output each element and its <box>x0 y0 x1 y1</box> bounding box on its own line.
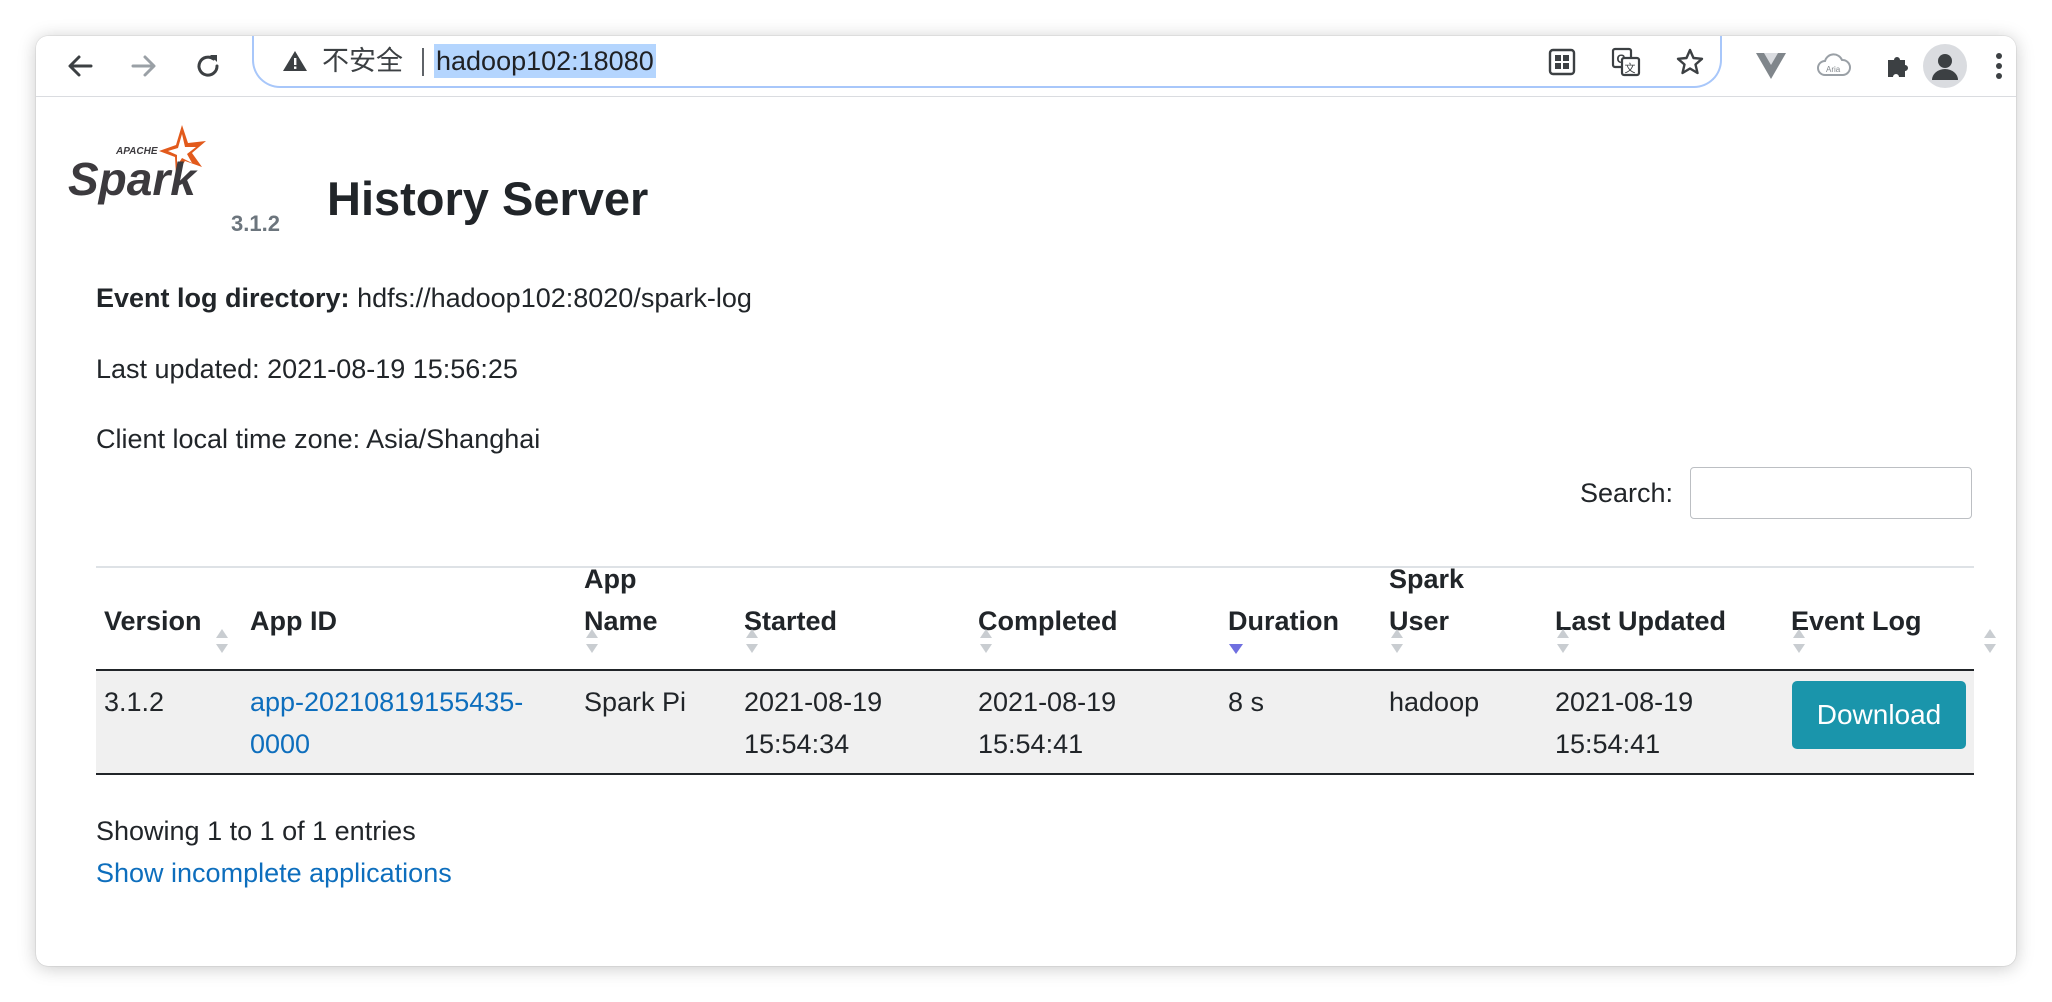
star-icon[interactable] <box>1672 44 1708 80</box>
sort-both-icon[interactable] <box>1982 625 1998 657</box>
cell-completed-time: 15:54:41 <box>978 729 1084 759</box>
sort-both-icon[interactable] <box>744 625 760 657</box>
cell-started-date: 2021-08-19 <box>744 687 883 717</box>
last-updated-text: Last updated: 2021-08-19 15:56:25 <box>96 354 518 384</box>
avatar-icon[interactable] <box>1923 44 1967 88</box>
cell-spark-user: hadoop <box>1389 687 1480 717</box>
event-log-directory: Event log directory: hdfs://hadoop102:80… <box>96 280 752 316</box>
cell-duration: 8 s <box>1228 687 1265 717</box>
arrow-right-icon <box>131 55 156 77</box>
search-label: Search: <box>1580 478 1674 508</box>
puzzle-icon[interactable] <box>1878 46 1918 86</box>
reload-icon <box>197 55 219 77</box>
kebab-menu-icon[interactable] <box>1987 46 2011 86</box>
back-button[interactable] <box>56 42 104 90</box>
column-header-app-name-line1: App <box>584 564 637 594</box>
column-header-last-updated[interactable]: Last Updated <box>1555 600 1726 642</box>
sort-both-icon[interactable] <box>584 625 600 657</box>
cell-started: 2021-08-19 15:54:34 <box>744 681 882 765</box>
address-bar[interactable]: 不安全 hadoop102:18080 G 文 <box>252 36 1722 88</box>
cell-app-name: Spark Pi <box>584 687 687 717</box>
cell-completed: 2021-08-19 15:54:41 <box>978 681 1116 765</box>
cell-started-time: 15:54:34 <box>744 729 850 759</box>
event-log-value: hdfs://hadoop102:8020/spark-log <box>357 283 752 313</box>
download-button[interactable]: Download <box>1792 681 1966 749</box>
svg-text:Spark: Spark <box>68 153 198 205</box>
omnibox-separator <box>422 48 424 76</box>
page-content: APACHE Spark 3.1.2 History Server Event … <box>36 97 2016 966</box>
column-header-event-log[interactable]: Event Log <box>1791 600 1922 642</box>
vue-devtools-icon[interactable] <box>1751 46 1791 86</box>
cell-last-updated: 2021-08-19 15:54:41 <box>1555 681 1693 765</box>
aria-cloud-icon[interactable]: Aria <box>1814 46 1854 86</box>
url-text[interactable]: hadoop102:18080 <box>434 44 656 78</box>
svg-text:Aria: Aria <box>1826 65 1841 74</box>
qr-code-icon[interactable] <box>1544 44 1580 80</box>
cell-last-updated-date: 2021-08-19 <box>1555 687 1694 717</box>
table-top-border <box>96 566 1974 568</box>
cell-version: 3.1.2 <box>104 687 165 717</box>
spark-version: 3.1.2 <box>231 211 280 236</box>
arrow-left-icon <box>68 55 93 77</box>
table-bottom-border <box>96 773 1974 775</box>
column-header-version[interactable]: Version <box>104 600 202 642</box>
svg-text:文: 文 <box>1625 61 1636 75</box>
column-header-app-id[interactable]: App ID <box>250 600 337 642</box>
translate-icon[interactable]: G 文 <box>1608 44 1644 80</box>
cell-completed-date: 2021-08-19 <box>978 687 1117 717</box>
spark-logo[interactable]: APACHE Spark <box>64 121 214 211</box>
sort-both-icon[interactable] <box>214 625 230 657</box>
column-header-completed[interactable]: Completed <box>978 600 1118 642</box>
event-log-label: Event log directory: <box>96 283 350 313</box>
cell-last-updated-time: 15:54:41 <box>1555 729 1661 759</box>
sort-both-icon[interactable] <box>978 625 994 657</box>
entries-info: Showing 1 to 1 of 1 entries <box>96 816 416 846</box>
timezone-text: Client local time zone: Asia/Shanghai <box>96 424 541 454</box>
app-id-link-line1[interactable]: app-20210819155435- <box>250 681 523 723</box>
show-incomplete-link[interactable]: Show incomplete applications <box>96 855 452 891</box>
browser-window: 不安全 hadoop102:18080 G 文 <box>36 36 2016 966</box>
column-header-spark-user-line1: Spark <box>1389 564 1465 594</box>
warning-triangle-icon[interactable] <box>280 46 310 76</box>
security-status-text[interactable]: 不安全 <box>322 44 403 78</box>
sort-both-icon[interactable] <box>1791 625 1807 657</box>
search-input[interactable] <box>1690 467 1972 519</box>
browser-toolbar: 不安全 hadoop102:18080 G 文 <box>36 36 2016 97</box>
sort-descending-icon[interactable] <box>1228 625 1244 657</box>
reload-button[interactable] <box>184 42 232 90</box>
sort-both-icon[interactable] <box>1555 625 1571 657</box>
column-header-duration[interactable]: Duration <box>1228 600 1339 642</box>
page-title: History Server <box>327 172 649 225</box>
sort-both-icon[interactable] <box>1389 625 1405 657</box>
cell-app-id[interactable]: app-20210819155435- 0000 <box>250 681 523 765</box>
app-id-link-line2[interactable]: 0000 <box>250 723 523 765</box>
forward-button[interactable] <box>120 42 168 90</box>
